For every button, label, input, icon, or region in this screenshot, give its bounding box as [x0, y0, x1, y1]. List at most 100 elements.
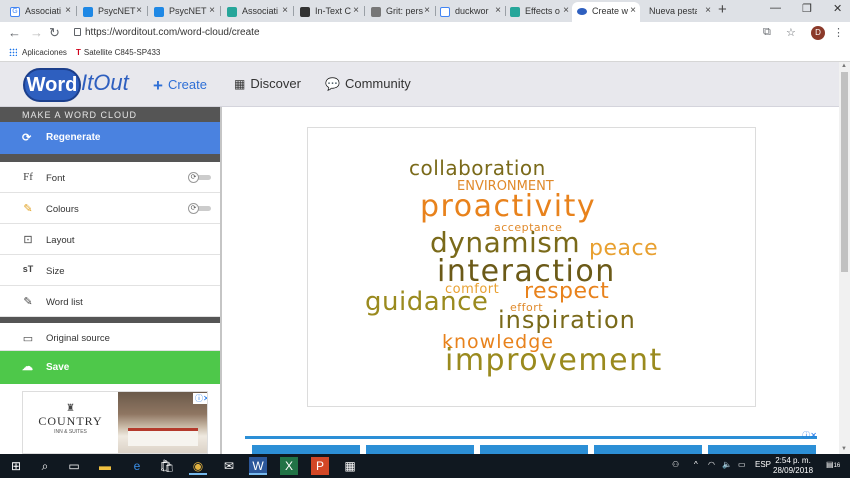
browser-tab[interactable]: G Associati ×: [5, 2, 75, 22]
cloud-word: respect: [524, 279, 610, 304]
mail-icon[interactable]: ✉: [220, 457, 238, 475]
ad-brand-logo: ♜ COUNTRY INN & SUITES: [23, 392, 118, 453]
notifications-icon[interactable]: ▤16: [826, 460, 840, 469]
close-icon[interactable]: ×: [424, 5, 430, 16]
people-icon[interactable]: ⚇: [672, 460, 679, 469]
word-cloud-canvas[interactable]: collaboration ENVIRONMENT proactivity ac…: [307, 127, 756, 407]
close-icon[interactable]: ×: [353, 5, 359, 16]
url-field[interactable]: https://worditout.com/word-cloud/create: [70, 24, 750, 42]
browser-tab[interactable]: Nueva pestañ ×: [643, 2, 715, 22]
task-view-icon[interactable]: ▭: [65, 457, 83, 475]
page-scrollbar[interactable]: ▲ ▼: [839, 62, 850, 454]
excel-app-icon[interactable]: X: [280, 457, 298, 475]
browser-tab[interactable]: In-Text C ×: [295, 2, 363, 22]
nav-discover[interactable]: ▦ Discover: [234, 76, 301, 91]
browser-tab[interactable]: Grit: pers ×: [366, 2, 434, 22]
cloud-word: dynamism: [430, 226, 581, 259]
refresh-icon: ⟳: [188, 172, 199, 183]
close-icon[interactable]: ×: [495, 5, 501, 16]
reload-icon[interactable]: ↻: [49, 25, 60, 41]
sidebar-item-font[interactable]: Ff Font ⟳: [0, 162, 220, 193]
battery-icon[interactable]: ▭: [738, 460, 746, 469]
ad-close-icon[interactable]: ⓘ✕: [802, 430, 817, 441]
apps-grid-icon: [9, 48, 17, 56]
sidebar-item-layout[interactable]: ⊡ Layout: [0, 224, 220, 255]
translate-icon[interactable]: ⧉: [763, 26, 771, 39]
browser-tab[interactable]: PsycNET ×: [149, 2, 219, 22]
crest-icon: ♜: [66, 403, 75, 414]
powerpoint-app-icon[interactable]: P: [311, 457, 329, 475]
document-icon: [300, 7, 310, 17]
site-header: Word ItOut + Create ▦ Discover 💬 Community: [0, 62, 850, 107]
store-icon[interactable]: 🛍: [158, 457, 176, 475]
volume-icon[interactable]: 🔈: [722, 460, 732, 469]
search-icon[interactable]: ⌕: [36, 457, 54, 475]
close-icon[interactable]: ×: [282, 5, 288, 16]
nav-create[interactable]: + Create: [153, 76, 207, 96]
file-explorer-icon[interactable]: ▬: [96, 457, 114, 475]
sidebar-item-size[interactable]: sT Size: [0, 255, 220, 286]
scroll-up-icon[interactable]: ▲: [841, 63, 847, 69]
sidebar-item-word-list[interactable]: ✎ Word list: [0, 286, 220, 317]
edge-icon[interactable]: e: [128, 457, 146, 475]
windows-taskbar: ⊞ ⌕ ▭ ▬ e 🛍 ◉ ✉ W X P ▦ ⚇ ^ ◠ 🔈 ▭ ESP 2:…: [0, 454, 850, 478]
forward-arrow-icon[interactable]: →: [30, 25, 43, 40]
nav-community[interactable]: 💬 Community: [325, 76, 411, 91]
bookmark-satellite[interactable]: T Satellite C845-SP433: [76, 48, 160, 57]
calculator-icon[interactable]: ▦: [341, 457, 359, 475]
browser-tab[interactable]: Effects o ×: [505, 2, 573, 22]
new-tab-button[interactable]: +: [718, 1, 727, 18]
close-icon[interactable]: ×: [563, 5, 569, 16]
worditout-logo[interactable]: Word ItOut: [23, 68, 135, 102]
grit-icon: [371, 7, 381, 17]
colours-randomize-toggle[interactable]: ⟳: [188, 203, 212, 214]
bookmarks-bar: Aplicaciones T Satellite C845-SP433: [0, 44, 850, 62]
maximize-icon[interactable]: ❐: [802, 2, 812, 15]
windows-start-icon[interactable]: ⊞: [7, 457, 25, 475]
bookmark-apps[interactable]: Aplicaciones: [9, 48, 67, 57]
plus-icon: +: [153, 76, 163, 95]
cloud-download-icon: ☁: [22, 361, 33, 373]
sidebar-item-colours[interactable]: ✎ Colours ⟳: [0, 193, 220, 224]
scroll-thumb[interactable]: [841, 72, 848, 272]
save-button[interactable]: ☁ Save: [0, 351, 220, 384]
tray-chevron-icon[interactable]: ^: [694, 460, 698, 469]
refresh-icon: ⟳: [188, 203, 199, 214]
window-close-icon[interactable]: ✕: [833, 2, 842, 15]
regenerate-button[interactable]: ⟳ Regenerate: [0, 122, 220, 154]
chat-icon: 💬: [325, 77, 340, 91]
scroll-down-icon[interactable]: ▼: [841, 446, 847, 452]
back-arrow-icon[interactable]: ←: [8, 25, 21, 40]
close-icon[interactable]: ×: [65, 5, 71, 16]
close-icon[interactable]: ×: [705, 5, 711, 16]
advertisement[interactable]: ♜ COUNTRY INN & SUITES ⓘ✕: [22, 391, 208, 454]
close-icon[interactable]: ×: [136, 5, 142, 16]
language-indicator[interactable]: ESP: [755, 460, 771, 469]
system-clock[interactable]: 2:54 p. m. 28/09/2018: [773, 456, 813, 476]
browser-tab[interactable]: Associati ×: [222, 2, 292, 22]
researchgate-icon: [227, 7, 237, 17]
menu-icon[interactable]: ⋮: [833, 26, 844, 39]
chrome-icon[interactable]: ◉: [189, 457, 207, 475]
word-app-icon[interactable]: W: [249, 457, 267, 475]
main-area: collaboration ENVIRONMENT proactivity ac…: [222, 107, 839, 454]
ad-choices-icon[interactable]: ⓘ✕: [193, 393, 207, 404]
psycnet-icon: [154, 7, 164, 17]
sidebar-title: MAKE A WORD CLOUD: [0, 107, 220, 122]
font-randomize-toggle[interactable]: ⟳: [188, 172, 212, 183]
close-icon[interactable]: ×: [209, 5, 215, 16]
ad-banner-strip[interactable]: ⓘ✕: [245, 431, 817, 454]
address-bar-row: ← → ↻ https://worditout.com/word-cloud/c…: [0, 22, 850, 44]
star-icon[interactable]: ☆: [786, 26, 796, 39]
browser-tab-active[interactable]: Create w ×: [572, 2, 640, 22]
close-icon[interactable]: ×: [630, 5, 636, 16]
refresh-icon: ⟳: [22, 132, 32, 144]
sidebar-item-original-source[interactable]: ▭ Original source: [0, 323, 220, 351]
profile-avatar[interactable]: D: [811, 26, 825, 40]
browser-tab[interactable]: PsycNET ×: [78, 2, 146, 22]
minimize-icon[interactable]: —: [770, 2, 781, 14]
browser-tab[interactable]: duckwor ×: [435, 2, 505, 22]
google-icon: [440, 7, 450, 17]
wifi-icon[interactable]: ◠: [708, 460, 715, 469]
ad-bed-image: [128, 428, 198, 446]
